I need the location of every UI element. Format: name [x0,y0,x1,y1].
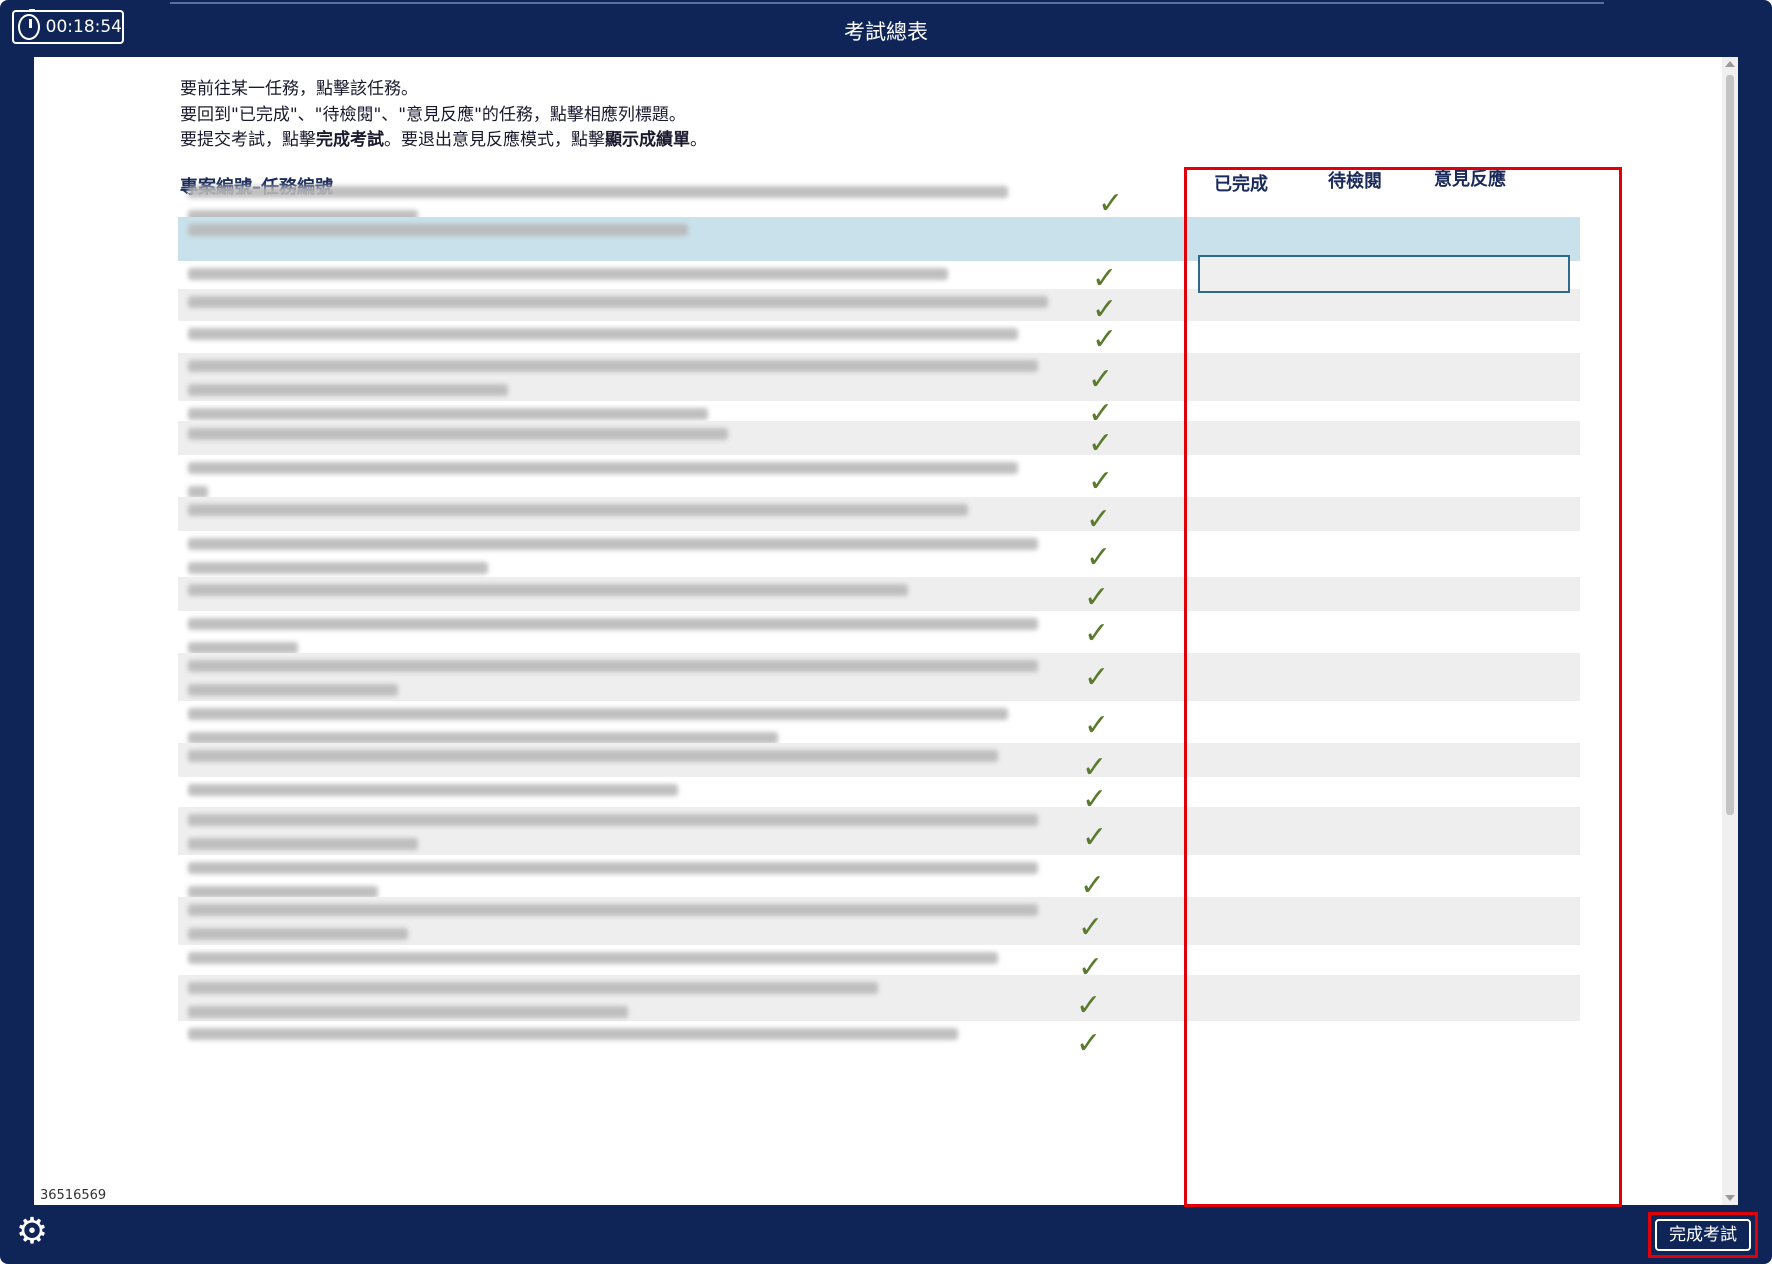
selected-row-status-cell[interactable] [1198,255,1570,293]
task-name-redacted [188,428,1148,452]
task-name-redacted [188,784,1148,808]
completed-check-icon: ✓ [1084,708,1110,743]
scroll-up-arrow-icon[interactable] [1725,61,1735,67]
completed-check-icon: ✓ [1076,1026,1102,1061]
task-row[interactable] [178,321,1580,353]
gear-icon[interactable]: ⚙ [14,1214,50,1250]
task-row[interactable] [178,289,1580,321]
completed-check-icon: ✓ [1078,910,1104,945]
task-row[interactable] [178,743,1580,777]
finish-exam-button[interactable]: 完成考試 [1655,1219,1751,1251]
task-name-redacted [188,296,1148,320]
task-name-redacted [188,750,1148,774]
completed-check-icon: ✓ [1088,362,1114,397]
task-row[interactable] [178,855,1580,898]
task-name-redacted [188,584,1148,608]
task-row[interactable] [178,777,1580,807]
finish-exam-highlight: 完成考試 [1648,1212,1758,1258]
scrollbar-thumb[interactable] [1726,75,1734,815]
task-row[interactable] [178,421,1580,455]
task-name-redacted [188,1028,1148,1052]
instruction-line-2: 要回到"已完成"、"待檢閱"、"意見反應"的任務，點擊相應列標題。 [180,104,686,125]
completed-check-icon: ✓ [1082,820,1108,855]
completed-check-icon: ✓ [1076,988,1102,1023]
instruction-line-1: 要前往某一任務，點擊該任務。 [180,79,418,99]
task-name-redacted [188,504,1148,528]
instructions: 要前往某一任務，點擊該任務。 要回到"已完成"、"待檢閱"、"意見反應"的任務，… [180,77,707,154]
task-row[interactable] [178,497,1580,531]
task-name-redacted [188,952,1148,976]
app-frame: 00:18:54 考試總表 要前往某一任務，點擊該任務。 要回到"已完成"、"待… [0,0,1772,1264]
completed-check-icon: ✓ [1084,660,1110,695]
instruction-line-3: 要提交考試，點擊完成考試。要退出意見反應模式，點擊顯示成績單。 [180,130,707,150]
task-row[interactable] [178,611,1580,654]
task-row[interactable] [178,945,1580,975]
task-row[interactable] [178,975,1580,1021]
window-title: 考試總表 [844,20,928,44]
scroll-down-arrow-icon[interactable] [1725,1195,1735,1201]
task-row[interactable] [178,179,1580,222]
candidate-id: 36516569 [40,1188,107,1203]
task-row[interactable] [178,401,1580,421]
task-row[interactable] [178,577,1580,611]
scrollbar[interactable] [1722,57,1738,1205]
completed-check-icon: ✓ [1084,616,1110,651]
task-row[interactable] [178,653,1580,701]
task-row[interactable] [178,1021,1580,1055]
exam-summary-panel: 要前往某一任務，點擊該任務。 要回到"已完成"、"待檢閱"、"意見反應"的任務，… [34,57,1738,1205]
task-row[interactable] [178,531,1580,577]
completed-check-icon: ✓ [1084,580,1110,615]
completed-check-icon: ✓ [1088,464,1114,499]
task-row[interactable] [178,897,1580,945]
task-row[interactable] [178,701,1580,744]
task-row[interactable] [178,455,1580,498]
task-name-redacted [188,224,1148,248]
title-bar-divider [170,2,1604,4]
task-row[interactable] [178,807,1580,855]
completed-check-icon: ✓ [1092,322,1118,357]
task-row[interactable] [178,353,1580,401]
completed-check-icon: ✓ [1086,540,1112,575]
task-name-redacted [188,328,1148,352]
completed-check-icon: ✓ [1098,186,1124,221]
